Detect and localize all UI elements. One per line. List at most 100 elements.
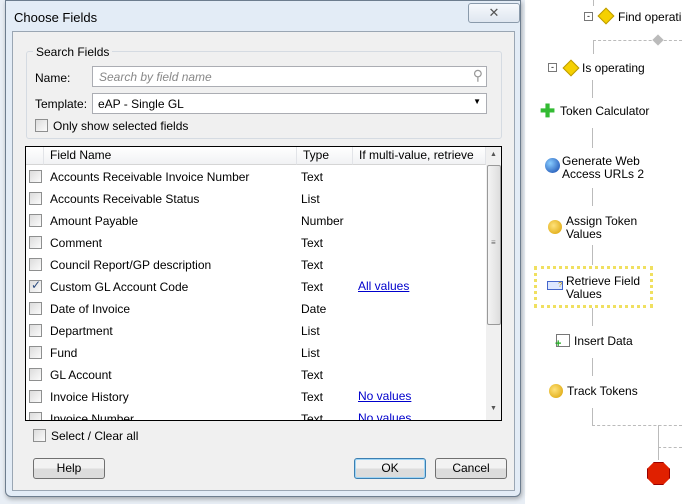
row-checkbox[interactable] [29, 302, 42, 315]
scrollbar[interactable]: ▲ ≡ ▼ [486, 147, 501, 420]
chevron-down-icon: ▼ [473, 97, 481, 106]
field-name: Accounts Receivable Invoice Number [50, 170, 250, 184]
field-name: Department [50, 324, 113, 338]
only-selected-label: Only show selected fields [53, 119, 189, 133]
table-row[interactable]: Date of Invoice Date [26, 298, 486, 320]
row-checkbox[interactable] [29, 214, 42, 227]
search-input[interactable]: Search by field name ⚲ [92, 66, 487, 87]
stop-icon [647, 462, 670, 485]
header-field-name[interactable]: Field Name [44, 147, 297, 165]
table-row[interactable]: Amount Payable Number [26, 210, 486, 232]
table-row[interactable]: Accounts Receivable Invoice Number Text [26, 166, 486, 188]
node-label: Retrieve Field Values [566, 274, 641, 301]
node-generate-web-access-urls[interactable]: Generate Web Access URLs 2 [562, 155, 652, 181]
cancel-button[interactable]: Cancel [435, 458, 507, 479]
row-checkbox[interactable] [29, 346, 42, 359]
row-checkbox[interactable] [29, 258, 42, 271]
field-type: Text [301, 170, 324, 184]
fields-list: Field Name Type If multi-value, retrieve… [25, 146, 502, 421]
row-checkbox[interactable] [29, 368, 42, 381]
table-row[interactable]: Comment Text [26, 232, 486, 254]
help-button[interactable]: Help [33, 458, 105, 479]
dialog-body: Search Fields Name: Search by field name… [12, 31, 515, 491]
field-name: Accounts Receivable Status [50, 192, 200, 206]
table-row[interactable]: GL Account Text [26, 364, 486, 386]
globe-icon [545, 158, 560, 173]
field-name: Comment [50, 236, 103, 250]
field-name: Amount Payable [50, 214, 139, 228]
track-tokens-icon [549, 384, 563, 398]
template-select[interactable]: eAP - Single GL ▼ [92, 93, 487, 114]
table-row[interactable]: Custom GL Account Code Text All values [26, 276, 486, 298]
node-label: Assign Token Values [566, 214, 638, 241]
search-placeholder: Search by field name [99, 70, 212, 84]
node-find-operating[interactable]: Find operating [618, 11, 682, 24]
node-insert-data[interactable]: Insert Data [574, 335, 633, 348]
scroll-down-icon[interactable]: ▼ [490, 405, 497, 412]
field-type: Text [301, 258, 324, 272]
row-checkbox[interactable] [29, 390, 42, 403]
field-type: Text [301, 280, 324, 294]
row-checkbox[interactable] [29, 324, 42, 337]
header-retrieve[interactable]: If multi-value, retrieve [353, 147, 486, 165]
row-checkbox[interactable] [29, 278, 42, 293]
field-type: List [301, 192, 320, 206]
field-name: Invoice History [50, 390, 129, 404]
field-name: Invoice Number [50, 412, 135, 421]
node-token-calculator[interactable]: Token Calculator [560, 105, 649, 118]
table-row[interactable]: Accounts Receivable Status List [26, 188, 486, 210]
search-fields-label: Search Fields [33, 45, 113, 59]
choose-fields-dialog: Choose Fields ✕ Search Fields Name: Sear… [5, 0, 521, 497]
row-checkbox[interactable] [29, 412, 42, 420]
row-checkbox[interactable] [29, 236, 42, 249]
field-type: Text [301, 412, 324, 421]
template-label: Template: [35, 97, 88, 111]
field-type: List [301, 324, 320, 338]
close-button[interactable]: ✕ [468, 3, 520, 23]
retrieve-link[interactable]: No values [358, 389, 411, 403]
node-is-operating[interactable]: Is operating [582, 62, 645, 75]
node-retrieve-field-values[interactable]: Retrieve Field Values [566, 275, 646, 301]
collapse-icon[interactable]: - [584, 12, 593, 21]
retrieve-link[interactable]: No values [358, 411, 411, 420]
plus-icon: ✚ [540, 101, 556, 121]
scrollbar-thumb[interactable]: ≡ [487, 165, 501, 325]
retrieve-link[interactable]: All values [358, 279, 409, 293]
table-row[interactable]: Council Report/GP description Text [26, 254, 486, 276]
field-type: Text [301, 390, 324, 404]
select-all-label: Select / Clear all [51, 429, 139, 443]
field-type: Text [301, 236, 324, 250]
dialog-title: Choose Fields [14, 10, 98, 25]
field-name: Date of Invoice [50, 302, 131, 316]
select-all-checkbox[interactable] [33, 429, 46, 442]
template-value: eAP - Single GL [98, 97, 184, 111]
field-name: GL Account [50, 368, 112, 382]
node-assign-token-values[interactable]: Assign Token Values [566, 215, 646, 241]
decision-icon [562, 59, 580, 77]
collapse-icon[interactable]: - [548, 63, 557, 72]
header-type[interactable]: Type [297, 147, 353, 165]
only-selected-checkbox[interactable] [35, 119, 48, 132]
junction-icon [652, 34, 664, 46]
scroll-up-icon[interactable]: ▲ [490, 151, 497, 158]
node-label: Generate Web Access URLs 2 [562, 154, 645, 181]
table-row[interactable]: Invoice History Text No values [26, 386, 486, 408]
field-icon: ? [547, 281, 563, 290]
table-row[interactable]: Fund List [26, 342, 486, 364]
decision-icon [597, 7, 615, 25]
token-icon [548, 220, 562, 234]
table-row[interactable]: Department List [26, 320, 486, 342]
name-label: Name: [35, 71, 71, 85]
search-icon[interactable]: ⚲ [473, 67, 483, 84]
field-name: Council Report/GP description [50, 258, 212, 272]
row-checkbox[interactable] [29, 192, 42, 205]
field-type: Text [301, 368, 324, 382]
field-type: Number [301, 214, 344, 228]
row-checkbox[interactable] [29, 170, 42, 183]
header-check-column [26, 147, 44, 165]
node-track-tokens[interactable]: Track Tokens [567, 385, 638, 398]
field-type: List [301, 346, 320, 360]
table-row[interactable]: Invoice Number Text No values [26, 408, 486, 421]
field-name: Custom GL Account Code [50, 280, 189, 294]
ok-button[interactable]: OK [354, 458, 426, 479]
